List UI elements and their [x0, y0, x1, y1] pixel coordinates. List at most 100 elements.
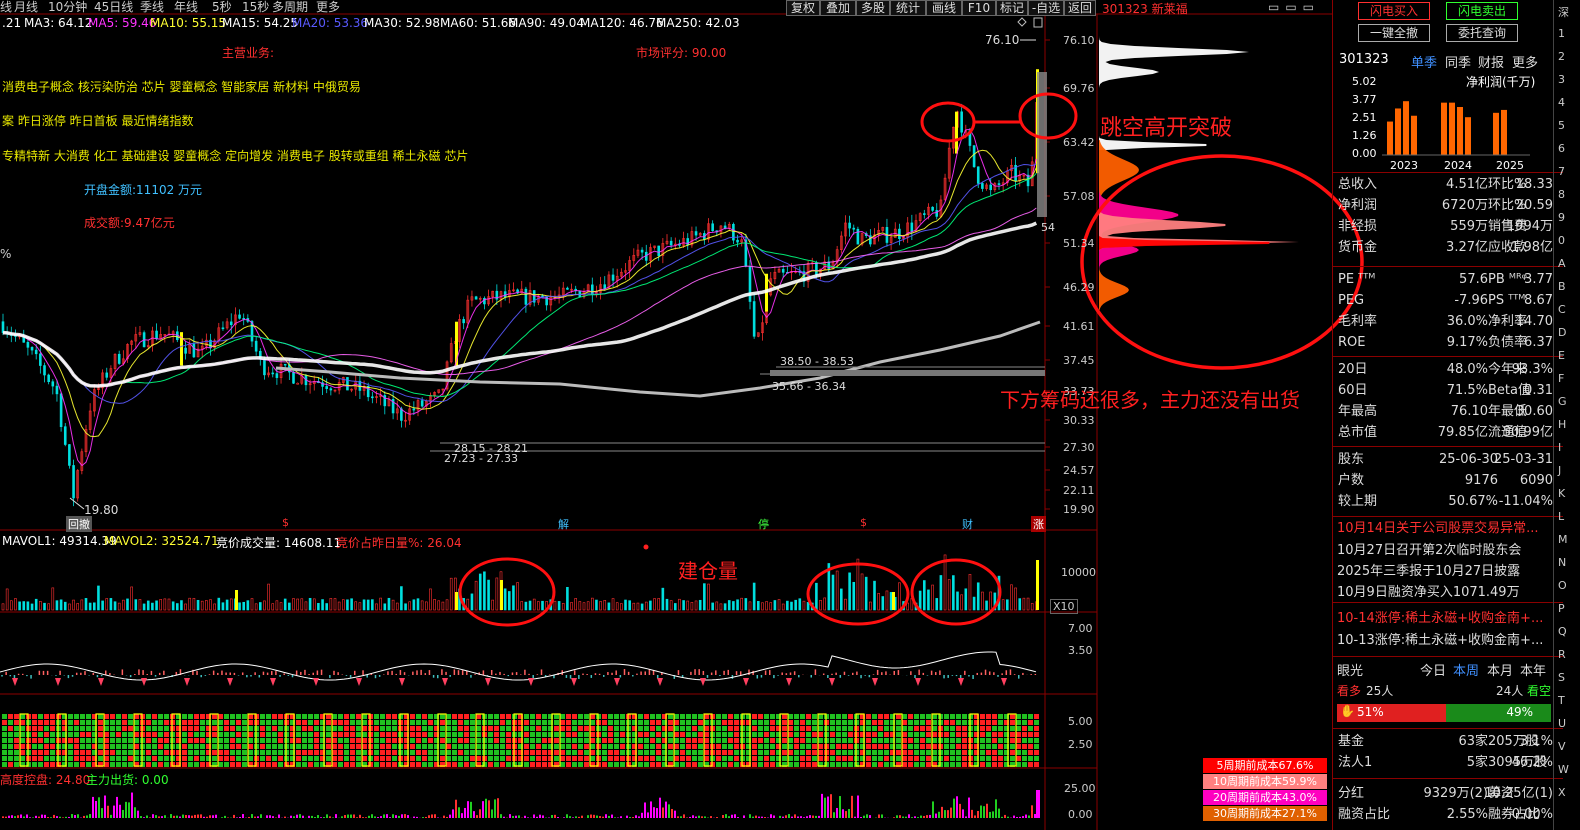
ind3-bar	[527, 817, 529, 818]
event-tag-1[interactable]: $	[280, 516, 291, 529]
news-item-4[interactable]: 10-14涨停:稀土永磁+收购金南+...	[1337, 609, 1559, 629]
ind3-bar	[923, 815, 925, 818]
edge-char-28[interactable]: R	[1558, 648, 1566, 661]
edge-char-8[interactable]: 8	[1558, 188, 1565, 201]
ind3-bar	[950, 807, 952, 818]
period-tab-1[interactable]: 月线	[14, 0, 38, 14]
tool-button-8[interactable]: 返回	[1064, 0, 1096, 16]
fin-tab-2[interactable]: 财报	[1478, 52, 1504, 71]
volume-bar	[744, 598, 748, 611]
period-tab-9[interactable]: 更多	[316, 0, 340, 14]
event-tag-5[interactable]: 财	[960, 516, 975, 532]
ind2-cell	[674, 714, 679, 719]
edge-char-12[interactable]: B	[1558, 280, 1566, 293]
flash-sell-button[interactable]: 闪电卖出	[1446, 2, 1518, 20]
period-tab-0[interactable]: 线	[0, 0, 12, 14]
edge-char-1[interactable]: 1	[1558, 27, 1565, 40]
ind2-cell	[878, 756, 883, 761]
period-tab-8[interactable]: 多周期	[272, 0, 308, 14]
edge-char-23[interactable]: M	[1558, 533, 1568, 546]
edge-char-20[interactable]: J	[1558, 464, 1561, 477]
period-tab-4[interactable]: 季线	[140, 0, 164, 14]
edge-char-32[interactable]: V	[1558, 740, 1566, 753]
event-tag-3[interactable]: 停	[756, 516, 771, 532]
edge-char-26[interactable]: P	[1558, 602, 1565, 615]
ind2-cell	[866, 714, 871, 719]
edge-char-25[interactable]: O	[1558, 579, 1567, 592]
ind2-cell	[572, 720, 577, 725]
volume-bar	[1005, 599, 1009, 611]
edge-char-29[interactable]: S	[1558, 671, 1565, 684]
price-tick-9: 30.33	[1063, 414, 1095, 427]
edge-char-0[interactable]: 深	[1558, 4, 1569, 20]
edge-char-2[interactable]: 2	[1558, 50, 1565, 63]
event-tag-0[interactable]: 回撤	[66, 516, 92, 532]
edge-char-30[interactable]: T	[1558, 694, 1565, 707]
edge-char-14[interactable]: D	[1558, 326, 1566, 339]
edge-char-11[interactable]: A	[1558, 257, 1566, 270]
edge-char-13[interactable]: C	[1558, 303, 1566, 316]
tool-button-7[interactable]: -自选	[1028, 0, 1064, 16]
ind2-cell	[458, 762, 463, 767]
edge-char-33[interactable]: W	[1558, 763, 1569, 776]
period-tab-5[interactable]: 年线	[174, 0, 198, 14]
edge-char-3[interactable]: 3	[1558, 73, 1565, 86]
news-item-1[interactable]: 10月27日召开第2次临时股东会	[1337, 541, 1559, 561]
event-tag-2[interactable]: 解	[556, 516, 571, 532]
event-tag-4[interactable]: $	[858, 516, 869, 529]
edge-char-18[interactable]: H	[1558, 418, 1566, 431]
tool-button-1[interactable]: 叠加	[820, 0, 856, 16]
cancel-all-button[interactable]: 一键全撤	[1358, 24, 1430, 42]
ind2-cell	[668, 732, 673, 737]
edge-char-31[interactable]: U	[1558, 717, 1566, 730]
tool-button-4[interactable]: 画线	[926, 0, 962, 16]
news-item-5[interactable]: 10-13涨停:稀土永磁+收购金南+...	[1337, 631, 1559, 651]
edge-char-15[interactable]: E	[1558, 349, 1565, 362]
tool-button-0[interactable]: 复权	[786, 0, 820, 16]
edge-char-34[interactable]: X	[1558, 786, 1566, 799]
edge-char-24[interactable]: N	[1558, 556, 1566, 569]
period-tab-3[interactable]: 45日线	[94, 0, 133, 14]
edge-char-10[interactable]: 0	[1558, 234, 1565, 247]
edge-char-5[interactable]: 5	[1558, 119, 1565, 132]
flash-buy-button[interactable]: 闪电买入	[1358, 2, 1430, 20]
ind2-cell	[38, 744, 43, 749]
holder_rows-value: 50.67%	[1448, 494, 1498, 509]
edge-char-9[interactable]: 9	[1558, 211, 1565, 224]
edge-char-7[interactable]: 7	[1558, 165, 1565, 178]
edge-char-4[interactable]: 4	[1558, 96, 1565, 109]
vision-tab-1[interactable]: 本周	[1453, 660, 1479, 679]
ind2-cell	[470, 738, 475, 743]
edge-char-16[interactable]: F	[1558, 372, 1564, 385]
period-tab-2[interactable]: 10分钟	[48, 0, 87, 14]
edge-char-19[interactable]: I	[1558, 441, 1561, 454]
edge-char-21[interactable]: K	[1558, 487, 1565, 500]
ind2-cell	[752, 750, 757, 755]
vision-tab-3[interactable]: 本年	[1520, 660, 1546, 679]
fin-tab-3[interactable]: 更多	[1512, 52, 1538, 71]
fin-tab-0[interactable]: 单季	[1411, 52, 1437, 71]
settings-icons[interactable]: ▭▭▭	[1268, 0, 1320, 14]
ind2-cell	[236, 732, 241, 737]
order-query-button[interactable]: 委托查询	[1446, 24, 1518, 42]
ind2-cell	[782, 720, 787, 725]
edge-char-6[interactable]: 6	[1558, 142, 1565, 155]
vision-tab-2[interactable]: 本月	[1487, 660, 1513, 679]
edge-char-22[interactable]: L	[1558, 510, 1564, 523]
edge-char-17[interactable]: G	[1558, 395, 1567, 408]
period-tab-6[interactable]: 5秒	[212, 0, 232, 14]
tool-button-6[interactable]: 标记	[996, 0, 1028, 16]
news-item-2[interactable]: 2025年三季报于10月27日披露	[1337, 562, 1559, 582]
vision-tab-0[interactable]: 今日	[1420, 660, 1446, 679]
period-tab-7[interactable]: 15秒	[242, 0, 269, 14]
volume-bar	[400, 586, 403, 611]
news-item-0[interactable]: 10月14日关于公司股票交易异常...	[1337, 519, 1559, 539]
event-tag-6[interactable]: 涨	[1031, 516, 1046, 532]
edge-char-27[interactable]: Q	[1558, 625, 1567, 638]
fin-tab-1[interactable]: 同季	[1445, 52, 1471, 71]
ind2-cell	[470, 756, 475, 761]
tool-button-2[interactable]: 多股	[856, 0, 890, 16]
tool-button-3[interactable]: 统计	[890, 0, 926, 16]
tool-button-5[interactable]: F10	[962, 0, 996, 16]
news-item-3[interactable]: 10月9日融资净买入1071.49万	[1337, 583, 1559, 603]
